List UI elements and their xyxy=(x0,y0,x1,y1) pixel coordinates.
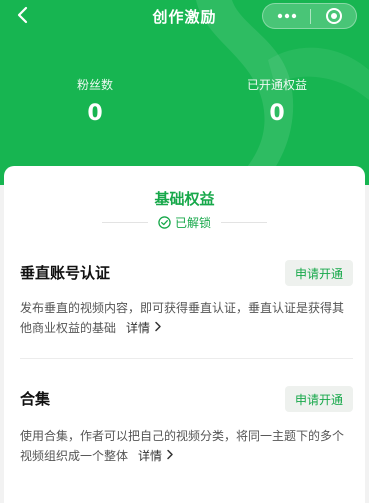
check-circle-icon xyxy=(158,216,171,229)
vertical-verification-desc: 发布垂直的视频内容，即可获得垂直认证，垂直认证是获得其他商业权益的基础 详情 xyxy=(20,298,353,338)
close-button[interactable] xyxy=(311,4,356,28)
unlocked-badge: 已解锁 xyxy=(158,214,211,231)
unlock-status-row: 已解锁 xyxy=(4,214,365,231)
divider-line-right xyxy=(221,222,267,223)
more-button[interactable] xyxy=(263,4,310,28)
details-label: 详情 xyxy=(126,321,151,335)
collection-desc-text: 使用合集，作者可以把自己的视频分类，将同一主题下的多个视频组织成一个整体 xyxy=(20,429,345,463)
target-close-icon xyxy=(325,8,342,24)
enabled-benefits-label: 已开通权益 xyxy=(246,78,307,92)
benefits-card: 基础权益 已解锁 垂直账号认证 申请开通 发布垂直的视频内容，即可获得垂直认证，… xyxy=(4,166,365,503)
fans-label: 粉丝数 xyxy=(76,78,113,92)
collection-desc: 使用合集，作者可以把自己的视频分类，将同一主题下的多个视频组织成一个整体 详情 xyxy=(20,426,353,466)
apply-vertical-verification-button[interactable]: 申请开通 xyxy=(285,260,353,286)
mini-program-capsule xyxy=(262,3,357,29)
vertical-verification-title: 垂直账号认证 xyxy=(20,264,111,282)
enabled-benefits-stat: 已开通权益 0 xyxy=(202,76,352,126)
chevron-right-icon xyxy=(167,449,173,460)
details-label: 详情 xyxy=(138,449,163,463)
fans-value: 0 xyxy=(87,101,103,126)
vertical-verification-details-link[interactable]: 详情 xyxy=(126,321,162,335)
fans-stat: 粉丝数 0 xyxy=(20,76,170,126)
item-divider xyxy=(20,358,353,359)
header: 创作激励 粉丝数 0 已开通权益 0 xyxy=(0,0,369,185)
divider-line-left xyxy=(101,222,148,223)
more-dots-icon xyxy=(277,13,296,19)
vertical-verification-desc-text: 发布垂直的视频内容，即可获得垂直认证，垂直认证是获得其他商业权益的基础 xyxy=(20,301,345,335)
collection-title: 合集 xyxy=(20,390,51,408)
unlocked-label: 已解锁 xyxy=(174,216,211,230)
section-title: 基础权益 xyxy=(154,190,215,208)
collection-details-link[interactable]: 详情 xyxy=(138,449,174,463)
enabled-benefits-value: 0 xyxy=(269,101,285,126)
chevron-right-icon xyxy=(155,321,161,332)
apply-collection-button[interactable]: 申请开通 xyxy=(285,386,353,412)
